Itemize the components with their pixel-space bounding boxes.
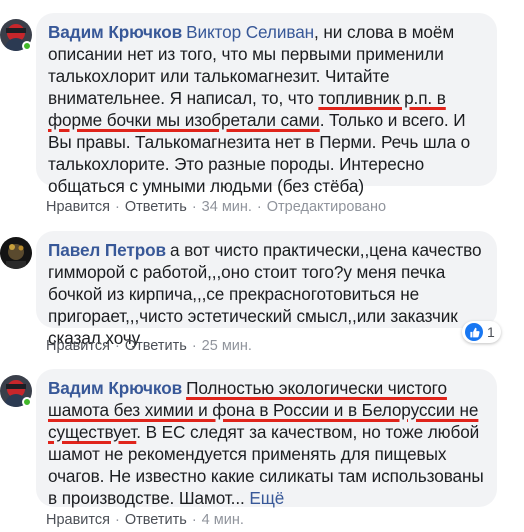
edited-label[interactable]: Отредактировано — [267, 199, 386, 215]
reply-button[interactable]: Ответить — [125, 199, 187, 215]
like-button[interactable]: Нравится — [46, 512, 110, 528]
avatar-photo-icon — [0, 237, 32, 269]
reply-button[interactable]: Ответить — [125, 338, 187, 354]
like-icon — [465, 323, 483, 341]
reply-button[interactable]: Ответить — [125, 512, 187, 528]
reaction-badge[interactable]: 1 — [462, 321, 501, 343]
comment-author[interactable]: Вадим Крючков — [48, 378, 182, 398]
online-status-dot — [22, 41, 32, 51]
comment-actions: Нравится · Ответить · 25 мин. — [46, 338, 252, 354]
comment-bubble: Вадим Крючков Виктор Селиван, ни слова в … — [36, 13, 497, 196]
see-more-link[interactable]: Ещё — [249, 488, 284, 508]
online-status-dot — [22, 397, 32, 407]
comment-actions: Нравится · Ответить · 4 мин. — [46, 512, 244, 528]
like-button[interactable]: Нравится — [46, 338, 110, 354]
comment-time[interactable]: 4 мин. — [202, 512, 244, 528]
comment-author[interactable]: Вадим Крючков — [48, 22, 182, 42]
comment-bubble: Вадим Крючков Полностью экологически чист… — [36, 369, 497, 508]
avatar[interactable] — [0, 237, 32, 269]
like-button[interactable]: Нравится — [46, 199, 110, 215]
comment-time[interactable]: 34 мин. — [202, 199, 252, 215]
comment-bubble: Павел Петров а вот чисто практически,,цен… — [36, 231, 497, 348]
comment-time[interactable]: 25 мин. — [202, 338, 252, 354]
comment-author[interactable]: Павел Петров — [48, 240, 166, 260]
reaction-count: 1 — [487, 324, 495, 340]
mention-link[interactable]: Виктор Селиван — [186, 22, 314, 42]
comment-actions: Нравится · Ответить · 34 мин. · Отредактирован… — [46, 199, 387, 215]
